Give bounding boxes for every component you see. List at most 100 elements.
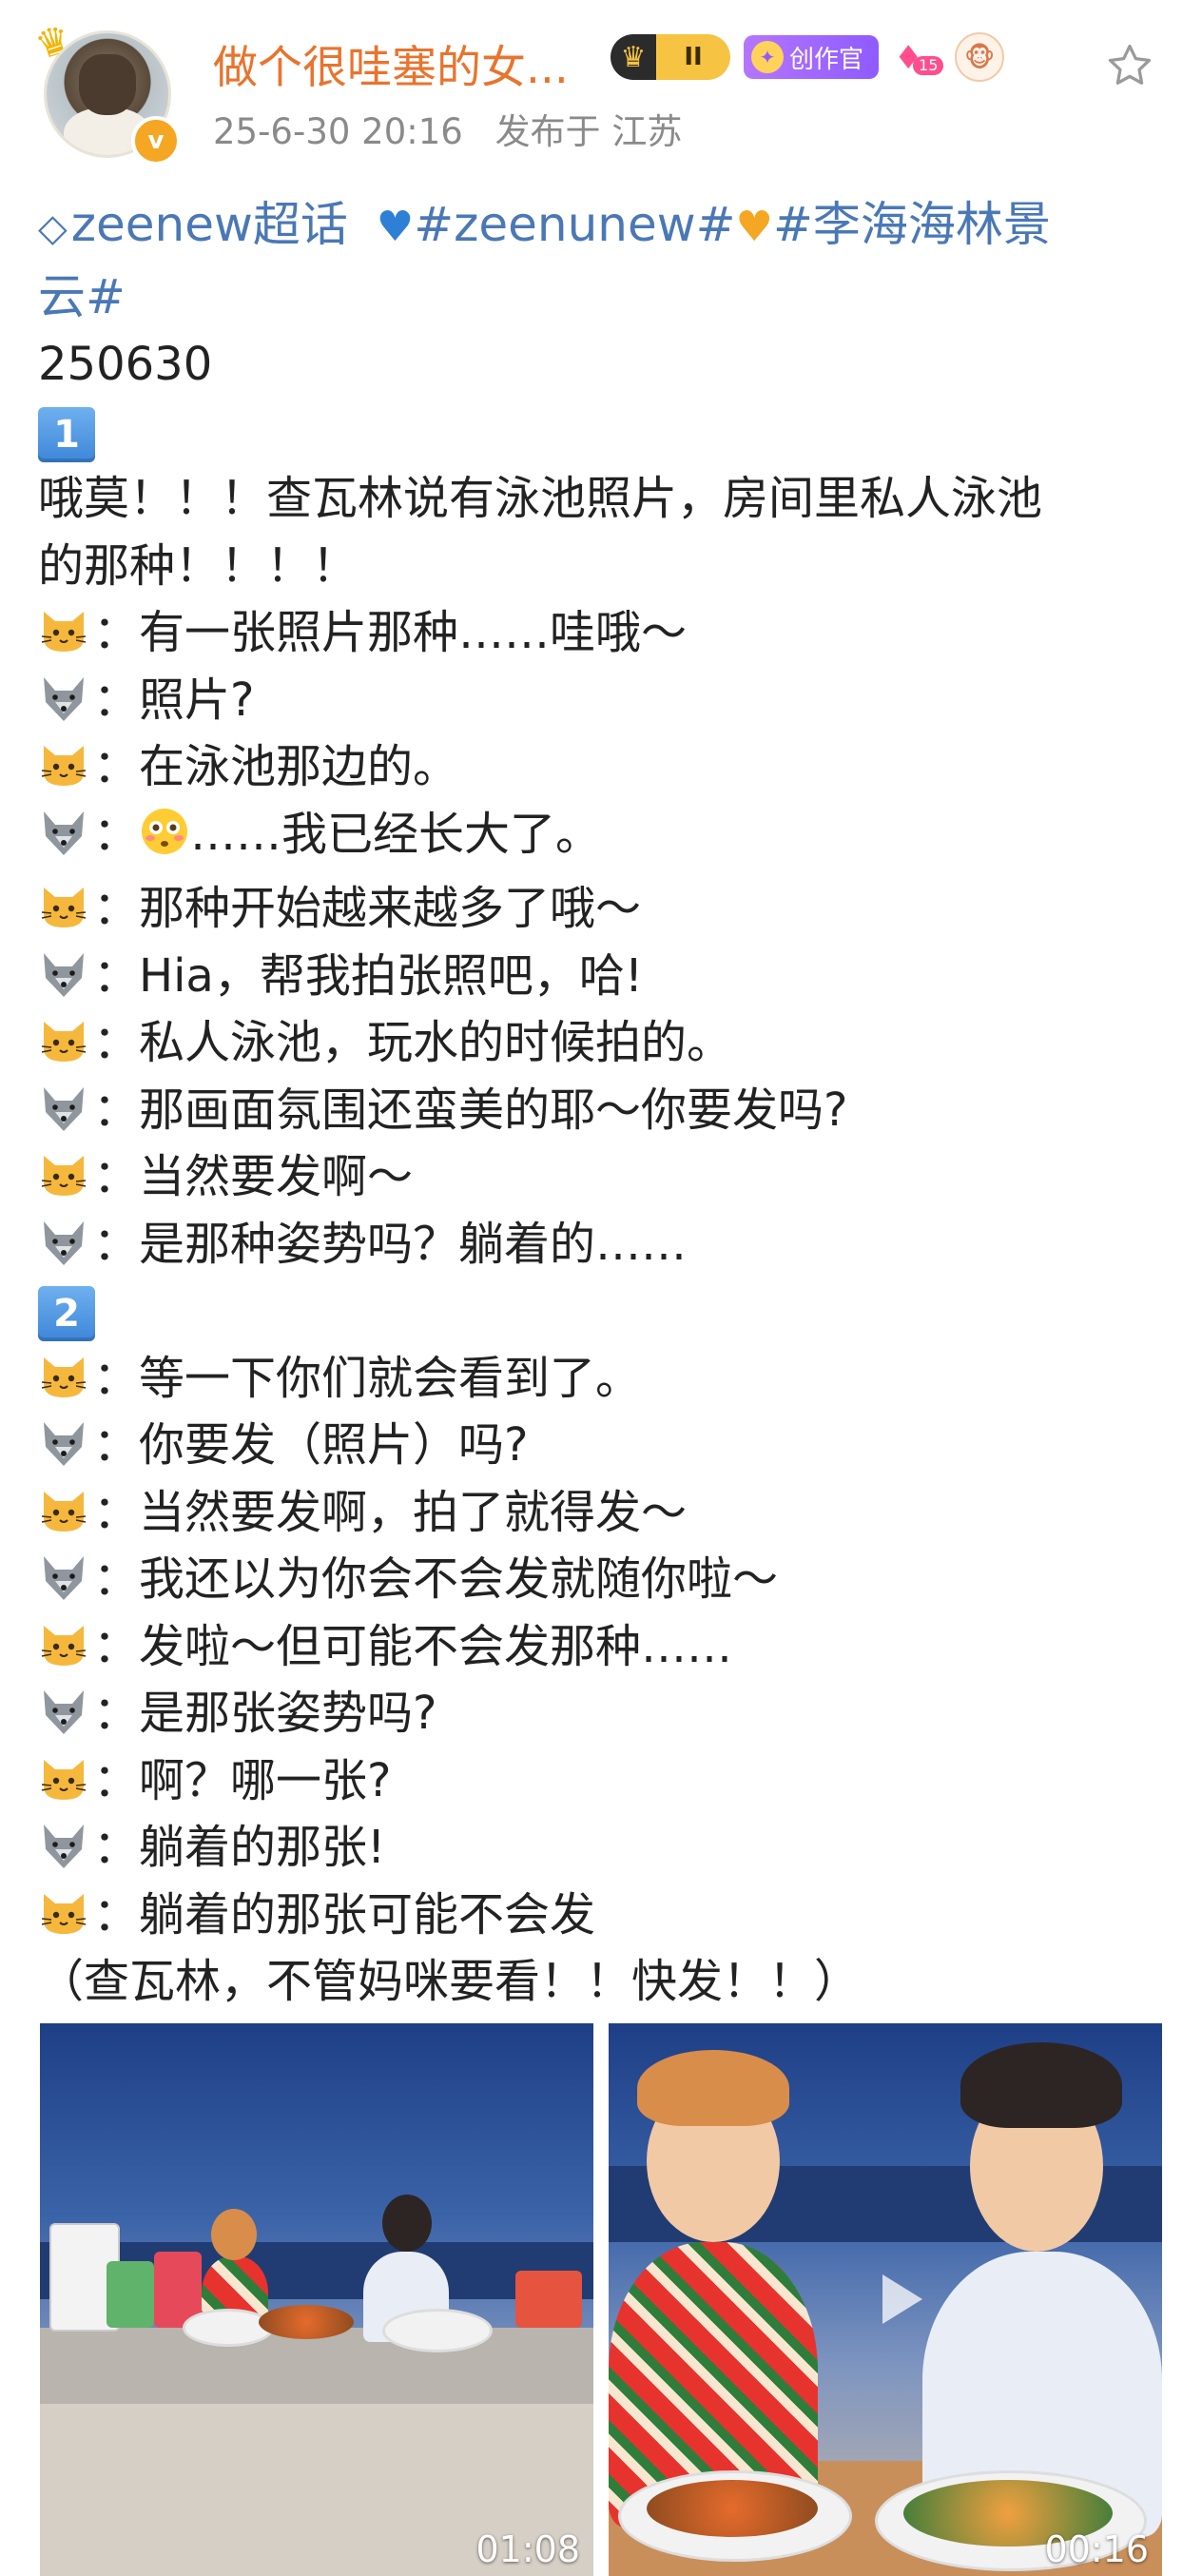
dialogue-text: ：等一下你们就会看到了。 — [93, 1351, 642, 1405]
wolf-face-icon — [38, 1082, 89, 1133]
post-meta: 25-6-30 20:16 发布于 江苏 — [213, 103, 703, 154]
gem-level-badge[interactable]: ♦ 15 — [892, 35, 944, 79]
dialogue-line: ：有一张照片那种……哇哦～ — [38, 599, 1170, 667]
blue-heart-icon: ♥ — [362, 203, 415, 251]
dialogue-text: ：当然要发啊，拍了就得发～ — [93, 1485, 688, 1539]
orange-heart-icon: ♥ — [735, 203, 773, 251]
pet-badge-icon[interactable]: 🐵 — [955, 32, 1005, 82]
avatar[interactable]: ♛ v — [30, 17, 181, 166]
star-outline-icon — [1108, 44, 1152, 85]
rank-badge[interactable]: ♛ II — [611, 34, 730, 80]
play-icon[interactable] — [860, 2261, 936, 2337]
dialogue-text: ：躺着的那张可能不会发 — [93, 1887, 596, 1942]
video-grid: 01:08 00:16 — [40, 2023, 1162, 2576]
post-content: ◇zeenew超话 ♥#zeenunew#♥#李海海林景 云# 250630 1… — [38, 190, 1170, 2016]
video-duration: 00:16 — [1044, 2528, 1149, 2570]
dialogue-text: ：躺着的那张! — [93, 1821, 386, 1874]
dialogue-text: ：是那张姿势吗? — [93, 1687, 437, 1740]
dialogue-line: ：在泳池那边的。 — [38, 733, 1170, 801]
wolf-face-icon — [38, 672, 89, 723]
favorite-button[interactable] — [1101, 38, 1158, 95]
cat-face-icon — [38, 1886, 89, 1938]
dialogue-text: ：我还以为你会不会发就随你啦～ — [93, 1552, 779, 1606]
cat-face-icon — [38, 1014, 89, 1065]
hashtag-link-zeenunew[interactable]: #zeenunew# — [414, 197, 735, 252]
wolf-face-icon — [38, 1416, 89, 1468]
cat-face-icon — [38, 1148, 89, 1200]
gem-level-label: 15 — [913, 56, 944, 75]
cat-face-icon — [38, 880, 89, 931]
dialogue-text: ：那种开始越来越多了哦～ — [93, 882, 642, 935]
cat-face-icon — [38, 1752, 89, 1804]
creator-badge-label: 创作官 — [789, 45, 864, 74]
post-timestamp: 25-6-30 20:16 — [213, 111, 463, 152]
dialogue-text: ：当然要发啊～ — [93, 1150, 414, 1203]
verified-v-icon: v — [131, 116, 181, 166]
cat-face-icon — [38, 1484, 89, 1535]
dialogue-line: ：躺着的那张! — [38, 1814, 1170, 1882]
dialogue-text: ：在泳池那边的。 — [93, 740, 459, 793]
cat-face-icon — [38, 604, 89, 655]
dialogue-block-1: ：有一张照片那种……哇哦～ ：照片? ：在泳池那边的。 ： ……我已经长大了。 ：那种开始… — [38, 599, 1170, 1278]
dialogue-line: ：啊？哪一张? — [38, 1747, 1170, 1815]
dialogue-line: ：当然要发啊，拍了就得发～ — [38, 1479, 1170, 1547]
dialogue-text: ：你要发（照片）吗? — [93, 1418, 529, 1472]
chaohua-topic-link[interactable]: ◇zeenew超话 — [38, 197, 348, 252]
wolf-face-icon — [38, 1685, 89, 1736]
dialogue-text: ： ……我已经长大了。 — [93, 808, 601, 861]
post-header: ♛ v 做个很哇塞的女... ♛ II ✦ 创作官 ♦ 15 🐵 25-6-30… — [0, 0, 1202, 181]
dialogue-line: ：你要发（照片）吗? — [38, 1412, 1170, 1479]
section-marker-1: 1 — [38, 399, 1170, 466]
user-badges: ♛ II ✦ 创作官 ♦ 15 🐵 — [611, 32, 1005, 82]
dialogue-text: ：有一张照片那种……哇哦～ — [93, 606, 688, 659]
chaohua-topic-label: zeenew超话 — [70, 197, 348, 252]
video-duration: 01:08 — [475, 2528, 580, 2570]
creator-badge[interactable]: ✦ 创作官 — [744, 35, 880, 79]
dialogue-line: ：私人泳池，玩水的时候拍的。 — [38, 1009, 1170, 1077]
video-thumbnail-1[interactable]: 01:08 — [40, 2023, 593, 2576]
wolf-face-icon — [38, 806, 89, 857]
wolf-face-icon — [38, 1216, 89, 1267]
dialogue-line: ：是那张姿势吗? — [38, 1680, 1170, 1747]
creator-icon: ✦ — [751, 41, 784, 73]
post-location: 发布于 江苏 — [494, 111, 683, 152]
diamond-outline-icon: ◇ — [38, 206, 68, 250]
wolf-face-icon — [38, 947, 89, 999]
wolf-face-icon — [38, 1819, 89, 1870]
wolf-face-icon — [38, 1551, 89, 1602]
dialogue-line: ：照片? — [38, 667, 1170, 734]
dialogue-block-2: ：等一下你们就会看到了。 ：你要发（照片）吗? ：当然要发啊，拍了就得发～ ：我还以为… — [38, 1345, 1170, 1949]
cat-face-icon — [38, 1350, 89, 1401]
section-marker-2: 2 — [38, 1278, 1170, 1345]
video-thumbnail-2[interactable]: 00:16 — [609, 2023, 1162, 2576]
dialogue-text: ：照片? — [93, 673, 255, 727]
dialogue-text: ：私人泳池，玩水的时候拍的。 — [93, 1016, 733, 1069]
dialogue-line: ：Hia，帮我拍张照吧，哈! — [38, 943, 1170, 1010]
intro-line-1: 哦莫！！！查瓦林说有泳池照片，房间里私人泳池 — [38, 472, 1043, 525]
dialogue-line: ：发啦～但可能不会发那种…… — [38, 1613, 1170, 1681]
flushed-face-icon — [139, 806, 190, 876]
dialogue-text: ：啊？哪一张? — [93, 1753, 392, 1807]
closing-line: （查瓦林，不管妈咪要看！！快发！！） — [38, 1955, 861, 2008]
username[interactable]: 做个很哇塞的女... — [213, 30, 569, 96]
dialogue-line: ：我还以为你会不会发就随你啦～ — [38, 1546, 1170, 1613]
crown-icon: ♛ — [620, 40, 647, 74]
date-line: 250630 — [38, 338, 213, 391]
intro-line-2: 的那种！！！！ — [38, 538, 359, 593]
topic-line: ◇zeenew超话 ♥#zeenunew#♥#李海海林景 云# — [38, 190, 1170, 331]
dialogue-line: ：那种开始越来越多了哦～ — [38, 875, 1170, 943]
dialogue-line: ：当然要发啊～ — [38, 1143, 1170, 1211]
dialogue-line: ：那画面氛围还蛮美的耶～你要发吗? — [38, 1077, 1170, 1144]
dialogue-line: ：是那种姿势吗？躺着的…… — [38, 1211, 1170, 1278]
cat-face-icon — [38, 1618, 89, 1669]
rank-badge-label: II — [684, 43, 703, 71]
hashtag-link-lihaihai[interactable]: #李海海林景 — [773, 197, 1051, 252]
keycap-one-icon: 1 — [38, 406, 95, 462]
dialogue-line: ： ……我已经长大了。 — [38, 801, 1170, 876]
cat-face-icon — [38, 738, 89, 790]
dialogue-text: ：那画面氛围还蛮美的耶～你要发吗? — [93, 1083, 848, 1137]
hashtag-link-lihaihai-cont[interactable]: 云# — [38, 269, 126, 324]
dialogue-text: ：是那种姿势吗？躺着的…… — [93, 1217, 688, 1271]
dialogue-text: ：Hia，帮我拍张照吧，哈! — [93, 948, 644, 1003]
dialogue-text: ：发啦～但可能不会发那种…… — [93, 1619, 733, 1673]
